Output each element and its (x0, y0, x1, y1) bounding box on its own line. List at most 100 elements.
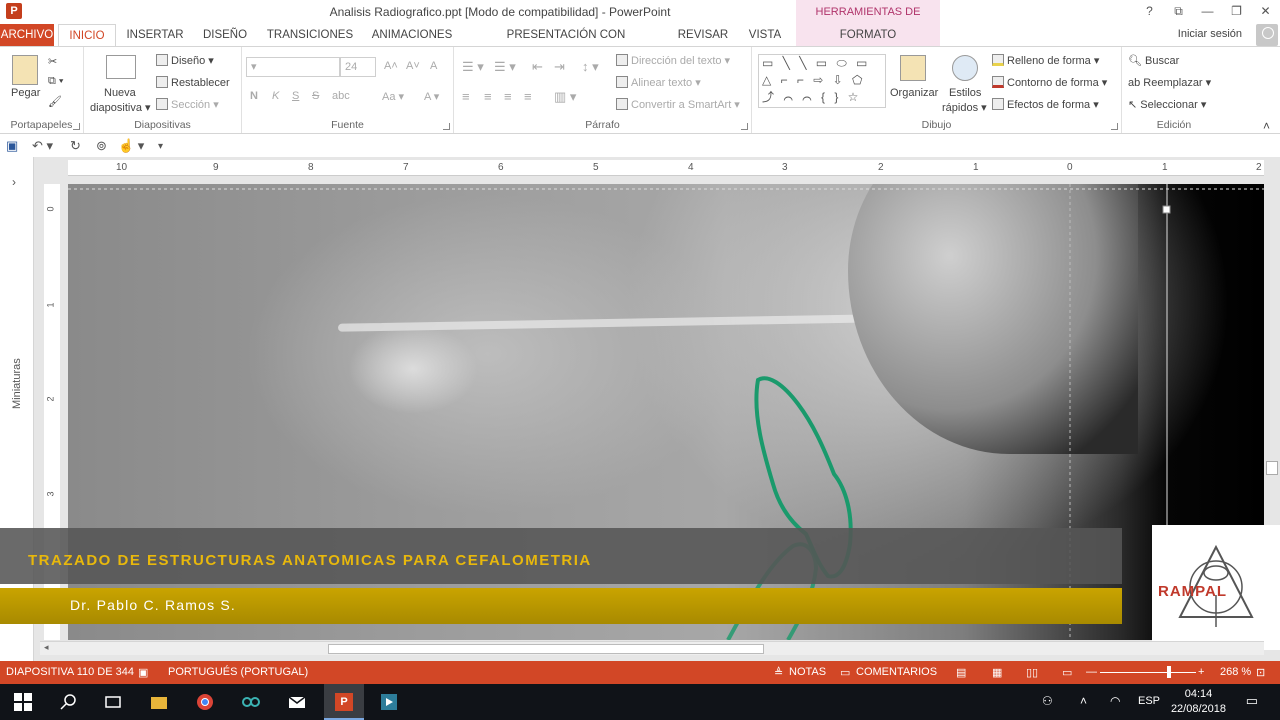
chrome-icon[interactable] (196, 693, 214, 711)
dibujo-launcher-icon[interactable] (1111, 123, 1118, 130)
sign-in-link[interactable]: Iniciar sesión (1178, 28, 1242, 40)
presentation-icon[interactable]: ⊚ (96, 138, 107, 154)
redo-icon[interactable]: ↻ (70, 138, 81, 154)
screen-recorder-icon[interactable] (380, 693, 398, 711)
grow-font-icon[interactable]: A˄ (384, 60, 398, 72)
scroll-left-icon[interactable]: ◂ (44, 642, 49, 653)
zoom-out-icon[interactable]: — (1086, 666, 1097, 678)
font-name-combo[interactable]: ▾ (246, 57, 340, 77)
replace-button[interactable]: ab Reemplazar ▾ (1128, 76, 1211, 89)
copy-icon[interactable]: ⧉ ▾ (48, 75, 64, 88)
paste-button[interactable]: Pegar (11, 87, 40, 99)
tab-presentacion[interactable]: PRESENTACIÓN CON DIAPOSITIVAS (468, 24, 664, 63)
ribbon-display-icon[interactable]: ⧉ (1164, 0, 1193, 24)
file-explorer-icon[interactable] (150, 693, 168, 711)
sorter-view-icon[interactable]: ▦ (992, 666, 1002, 679)
numbering-icon[interactable]: ☰ ▾ (494, 59, 516, 75)
shapes-gallery[interactable]: ▭ ╲ ╲ ▭ ⬭ ▭ △ ⌐ ⌐ ⇨ ⇩ ⬠ ⤴ ⌒ ⌒ { } ☆ (758, 54, 886, 108)
bold-button[interactable]: N (250, 90, 258, 102)
paste-icon[interactable] (12, 55, 38, 85)
new-slide-dropdown[interactable]: diapositiva ▾ (90, 101, 151, 114)
find-button[interactable]: 🔍︎ Buscar (1128, 54, 1179, 67)
shape-effects-button[interactable]: Efectos de forma ▾ (992, 98, 1099, 111)
align-right-icon[interactable]: ≡ (504, 89, 512, 104)
resize-handle[interactable] (1162, 205, 1171, 214)
spacing-button[interactable]: abc (332, 90, 350, 102)
fit-slide-icon[interactable]: ⊡ (1256, 666, 1265, 679)
zoom-level[interactable]: 268 % (1220, 666, 1251, 678)
tab-inicio[interactable]: INICIO (58, 24, 116, 46)
tab-vista[interactable]: VISTA (742, 24, 788, 46)
task-view-icon[interactable] (104, 693, 122, 711)
parrafo-launcher-icon[interactable] (741, 123, 748, 130)
language-indicator[interactable]: PORTUGUÉS (PORTUGAL) (168, 666, 308, 678)
expand-chevron-icon[interactable]: › (12, 175, 16, 189)
horizontal-scrollbar[interactable]: ◂ (40, 641, 1264, 655)
help-icon[interactable]: ? (1135, 0, 1164, 24)
tab-diseno[interactable]: DISEÑO (198, 24, 252, 46)
undo-icon[interactable]: ↶ ▾ (32, 138, 53, 154)
zoom-in-icon[interactable]: + (1198, 666, 1204, 678)
mail-icon[interactable] (288, 693, 306, 711)
strike-button[interactable]: S (312, 90, 319, 102)
comments-icon[interactable]: ▭ (840, 666, 850, 679)
columns-icon[interactable]: ▥ ▾ (554, 89, 576, 105)
restore-icon[interactable]: ❐ (1222, 0, 1251, 24)
arduino-icon[interactable] (242, 693, 260, 711)
avatar[interactable] (1256, 24, 1278, 46)
normal-view-icon[interactable]: ▤ (956, 666, 966, 679)
cut-icon[interactable]: ✂ (48, 55, 57, 68)
arrange-button[interactable]: Organizar (890, 87, 938, 99)
tab-animaciones[interactable]: ANIMACIONES (366, 24, 458, 46)
font-size-combo[interactable]: 24 (340, 57, 376, 77)
shrink-font-icon[interactable]: A˅ (406, 60, 420, 72)
close-icon[interactable]: ✕ (1251, 0, 1280, 24)
windows-start-icon[interactable] (14, 693, 32, 711)
quick-styles-icon[interactable] (952, 55, 978, 81)
clear-format-icon[interactable]: A (430, 60, 437, 72)
notes-button[interactable]: NOTAS (789, 666, 826, 678)
search-icon[interactable] (60, 693, 78, 711)
quick-styles-dropdown[interactable]: rápidos ▾ (942, 101, 987, 114)
clock[interactable]: 04:14 22/08/2018 (1171, 687, 1226, 717)
wifi-icon[interactable]: ◠ (1110, 694, 1120, 708)
touch-mode-icon[interactable]: ☝ ▾ (118, 138, 144, 154)
format-painter-icon[interactable]: 🖌 (48, 95, 62, 108)
justify-icon[interactable]: ≡ (524, 89, 532, 104)
new-slide-button[interactable]: Nueva (104, 87, 136, 99)
smartart-button[interactable]: Convertir a SmartArt ▾ (616, 98, 740, 111)
reset-button[interactable]: Restablecer (156, 76, 230, 89)
zoom-slider-knob[interactable] (1167, 666, 1172, 678)
chevron-up-icon[interactable]: ˄ (1080, 694, 1087, 708)
powerpoint-taskbar-button[interactable]: P (324, 684, 364, 720)
increase-indent-icon[interactable]: ⇥ (554, 59, 565, 75)
line-spacing-icon[interactable]: ↕ ▾ (582, 59, 599, 75)
section-button[interactable]: Sección ▾ (156, 98, 219, 111)
minimize-icon[interactable]: — (1193, 0, 1222, 24)
customize-qat-icon[interactable]: ▾ (158, 141, 163, 152)
italic-button[interactable]: K (272, 90, 279, 102)
comments-button[interactable]: COMENTARIOS (856, 666, 937, 678)
case-button[interactable]: Aa ▾ (382, 90, 404, 103)
tab-insertar[interactable]: INSERTAR (124, 24, 186, 46)
bullets-icon[interactable]: ☰ ▾ (462, 59, 484, 75)
reading-view-icon[interactable]: ▯▯ (1026, 666, 1038, 679)
tab-archivo[interactable]: ARCHIVO (0, 24, 54, 46)
shape-fill-button[interactable]: Relleno de forma ▾ (992, 54, 1099, 67)
save-icon[interactable]: ▣ (6, 138, 18, 154)
tab-transiciones[interactable]: TRANSICIONES (264, 24, 356, 46)
layout-button[interactable]: Diseño ▾ (156, 54, 214, 67)
zoom-slider[interactable] (1100, 666, 1196, 678)
align-center-icon[interactable]: ≡ (484, 89, 492, 104)
slide-counter[interactable]: DIAPOSITIVA 110 DE 344 (6, 666, 134, 678)
align-text-button[interactable]: Alinear texto ▾ (616, 76, 701, 89)
portapapeles-launcher-icon[interactable] (73, 123, 80, 130)
shape-outline-button[interactable]: Contorno de forma ▾ (992, 76, 1107, 89)
horizontal-scroll-thumb[interactable] (328, 644, 764, 654)
notifications-icon[interactable]: ▭ (1246, 693, 1258, 709)
decrease-indent-icon[interactable]: ⇤ (532, 59, 543, 75)
notes-icon[interactable]: ≜ (774, 666, 783, 679)
tab-revisar[interactable]: REVISAR (674, 24, 732, 46)
font-color-button[interactable]: A ▾ (424, 90, 439, 103)
arrange-icon[interactable] (900, 55, 926, 81)
